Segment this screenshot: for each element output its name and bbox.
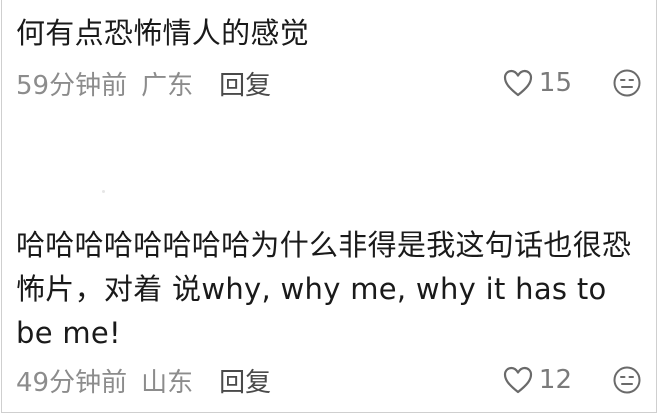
- comment-time: 49分钟前: [16, 367, 128, 398]
- comment-location: 广东: [141, 70, 194, 101]
- comment-text: 哈哈哈哈哈哈哈哈为什么非得是我这句话也很恐怖片，对着 说why, why me,…: [16, 228, 632, 350]
- comment-meta: 59分钟前 广东 回复 15: [16, 65, 642, 102]
- heart-icon: [503, 366, 533, 394]
- like-count: 15: [538, 68, 572, 98]
- image-speck: [102, 190, 105, 193]
- comment-list: 何有点恐怖情人的感觉 59分钟前 广东 回复 15 哈哈哈哈哈哈哈哈为什么非得是…: [1, 0, 657, 413]
- comment-meta: 49分钟前 山东 回复 12: [16, 362, 642, 399]
- comment-location: 山东: [141, 367, 194, 398]
- heart-icon: [503, 69, 533, 97]
- like-count: 12: [538, 365, 572, 395]
- emoji-icon[interactable]: [612, 68, 642, 98]
- reply-button[interactable]: 回复: [219, 65, 271, 102]
- comment-time: 59分钟前: [16, 70, 128, 101]
- emoji-icon[interactable]: [612, 365, 642, 395]
- comment-text: 何有点恐怖情人的感觉: [16, 16, 310, 50]
- like-button[interactable]: 15: [503, 68, 572, 98]
- comment-actions: 12: [503, 363, 642, 397]
- reply-button[interactable]: 回复: [219, 362, 271, 399]
- like-button[interactable]: 12: [503, 365, 572, 395]
- comment-actions: 15: [503, 66, 642, 100]
